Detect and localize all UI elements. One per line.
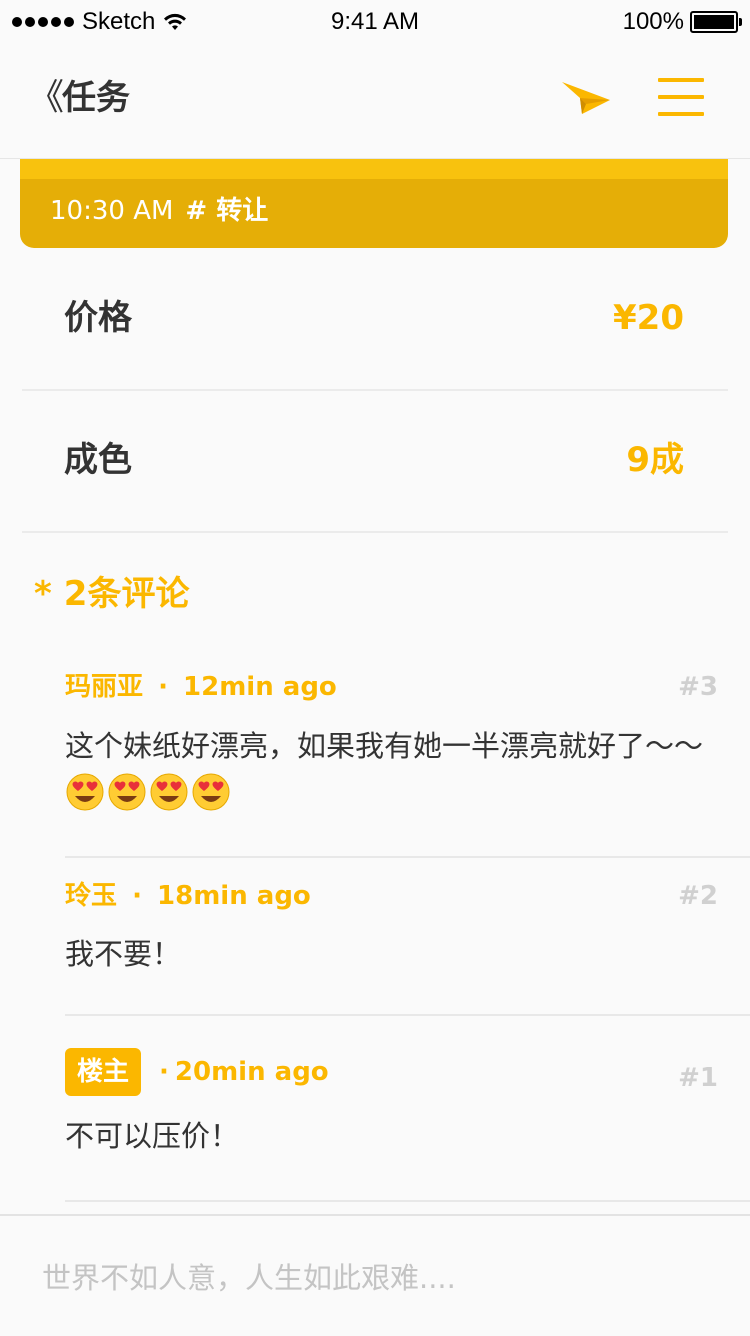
comment-composer: [0, 1214, 750, 1336]
send-icon[interactable]: [560, 78, 612, 118]
comment-number: #2: [678, 881, 718, 911]
comment-item: 玛丽亚 · 12min ago #3 这个妹纸好漂亮，如果我有她一半漂亮就好了～…: [65, 650, 750, 858]
comment-separator: ·: [159, 1057, 169, 1087]
header-card-stripe: [20, 159, 728, 179]
comment-separator: ·: [132, 881, 142, 911]
comment-item: 楼主 · 20min ago #1 不可以压价！: [65, 1016, 750, 1202]
comment-text: 这个妹纸好漂亮，如果我有她一半漂亮就好了～～: [65, 722, 715, 818]
header-card-text: 10:30 AM # 转让: [50, 193, 268, 229]
comment-number: #3: [678, 672, 718, 702]
comment-meta: 玲玉 · 18min ago: [65, 878, 311, 914]
price-label: 价格: [64, 298, 132, 338]
heart-eyes-emoji-icon: [192, 773, 230, 811]
comments-count: 2条评论: [63, 574, 190, 614]
info-row-condition: 成色 9成: [22, 391, 728, 533]
info-row-price: 价格 ¥20: [22, 249, 728, 391]
comment-meta: 楼主 · 20min ago: [65, 1048, 329, 1096]
nav-bar: 《 任务: [0, 40, 750, 159]
heart-eyes-emoji-icon: [150, 773, 188, 811]
comments-header: * 2条评论: [34, 570, 189, 618]
owner-badge: 楼主: [65, 1048, 142, 1096]
back-icon[interactable]: 《: [28, 78, 64, 118]
comment-author[interactable]: 玛丽亚: [65, 672, 143, 702]
condition-value: 9成: [626, 440, 684, 480]
task-time: 10:30 AM: [50, 196, 174, 226]
comment-body: 这个妹纸好漂亮，如果我有她一半漂亮就好了～～: [65, 729, 704, 763]
heart-eyes-emoji-icon: [66, 773, 104, 811]
comment-time: 20min ago: [174, 1057, 329, 1087]
comment-meta: 玛丽亚 · 12min ago: [65, 669, 337, 705]
comment-separator: ·: [158, 672, 168, 702]
task-tag[interactable]: # 转让: [185, 196, 268, 226]
heart-eyes-emoji-icon: [108, 773, 146, 811]
condition-label: 成色: [64, 440, 132, 480]
status-right: 100%: [622, 8, 742, 36]
star-icon: *: [34, 574, 52, 614]
battery-label: 100%: [622, 8, 684, 35]
comment-time: 12min ago: [183, 672, 337, 702]
comment-time: 18min ago: [157, 881, 311, 911]
price-value: ¥20: [613, 298, 684, 338]
comment-author[interactable]: 玲玉: [65, 881, 117, 911]
menu-icon[interactable]: [658, 78, 704, 118]
comment-input[interactable]: [40, 1252, 724, 1304]
battery-icon: [690, 11, 742, 33]
task-header-card: 10:30 AM # 转让: [20, 159, 728, 248]
page-title: 任务: [62, 78, 130, 118]
status-bar: Sketch 9:41 AM 100%: [0, 0, 750, 40]
comment-number: #1: [678, 1063, 718, 1093]
comment-text: 不可以压价！: [65, 1119, 240, 1153]
comment-text: 我不要！: [65, 937, 182, 971]
comment-item: 玲玉 · 18min ago #2 我不要！: [65, 858, 750, 1016]
